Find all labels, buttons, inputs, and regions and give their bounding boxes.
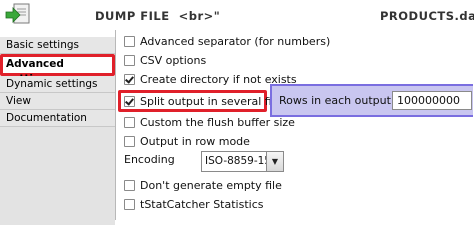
advanced-separator-option[interactable]: Advanced separator (for numbers) bbox=[124, 33, 330, 49]
csv-options-checkbox[interactable] bbox=[124, 54, 135, 66]
row-mode-label: Output in row mode bbox=[140, 134, 250, 148]
create-directory-checkbox[interactable] bbox=[124, 73, 135, 85]
row-mode-checkbox[interactable] bbox=[124, 135, 135, 147]
row-mode-option[interactable]: Output in row mode bbox=[124, 133, 250, 149]
rows-per-file-input[interactable]: 100000000 bbox=[392, 91, 472, 110]
split-output-checkbox[interactable] bbox=[124, 95, 135, 107]
file-output-icon bbox=[5, 3, 33, 29]
nav-advanced-settings[interactable]: Advanced settings bbox=[0, 54, 115, 85]
header-filename: PRODUCTS.dat bbox=[380, 9, 474, 23]
dont-generate-empty-checkbox[interactable] bbox=[124, 179, 135, 191]
nav-view[interactable]: View bbox=[0, 93, 115, 110]
settings-nav: Basic settings Advanced settings Dynamic… bbox=[0, 37, 115, 225]
nav-dynamic-settings[interactable]: Dynamic settings bbox=[0, 76, 115, 93]
custom-flush-checkbox[interactable] bbox=[124, 116, 135, 128]
advanced-separator-label: Advanced separator (for numbers) bbox=[140, 34, 331, 48]
nav-documentation[interactable]: Documentation bbox=[0, 110, 115, 127]
split-output-label: Split output in several files bbox=[140, 94, 288, 108]
nav-empty-area bbox=[0, 127, 115, 225]
tstatcatcher-option[interactable]: tStatCatcher Statistics bbox=[124, 196, 264, 212]
split-output-option[interactable]: Split output in several files bbox=[124, 93, 287, 109]
encoding-label: Encoding bbox=[124, 153, 175, 166]
tstatcatcher-checkbox[interactable] bbox=[124, 198, 135, 210]
csv-options-label: CSV options bbox=[140, 53, 207, 67]
component-header: DUMP FILE <br>" PRODUCTS.dat bbox=[0, 0, 474, 34]
chevron-down-icon[interactable]: ▼ bbox=[267, 151, 284, 172]
advanced-separator-checkbox[interactable] bbox=[124, 35, 135, 47]
custom-flush-label: Custom the flush buffer size bbox=[140, 115, 295, 129]
nav-basic-settings[interactable]: Basic settings bbox=[0, 37, 115, 54]
header-title: DUMP FILE <br>" bbox=[95, 9, 221, 23]
encoding-selected-value[interactable]: ISO-8859-15 bbox=[201, 151, 267, 172]
encoding-select[interactable]: ISO-8859-15 ▼ bbox=[201, 151, 284, 172]
dont-generate-empty-label: Don't generate empty file bbox=[140, 178, 282, 192]
dont-generate-empty-option[interactable]: Don't generate empty file bbox=[124, 177, 282, 193]
rows-per-file-group: Rows in each output file 100000000 bbox=[270, 84, 473, 117]
advanced-settings-panel: Advanced separator (for numbers) CSV opt… bbox=[116, 30, 474, 220]
custom-flush-option[interactable]: Custom the flush buffer size bbox=[124, 114, 295, 130]
tstatcatcher-label: tStatCatcher Statistics bbox=[140, 197, 264, 211]
csv-options-option[interactable]: CSV options bbox=[124, 52, 206, 68]
